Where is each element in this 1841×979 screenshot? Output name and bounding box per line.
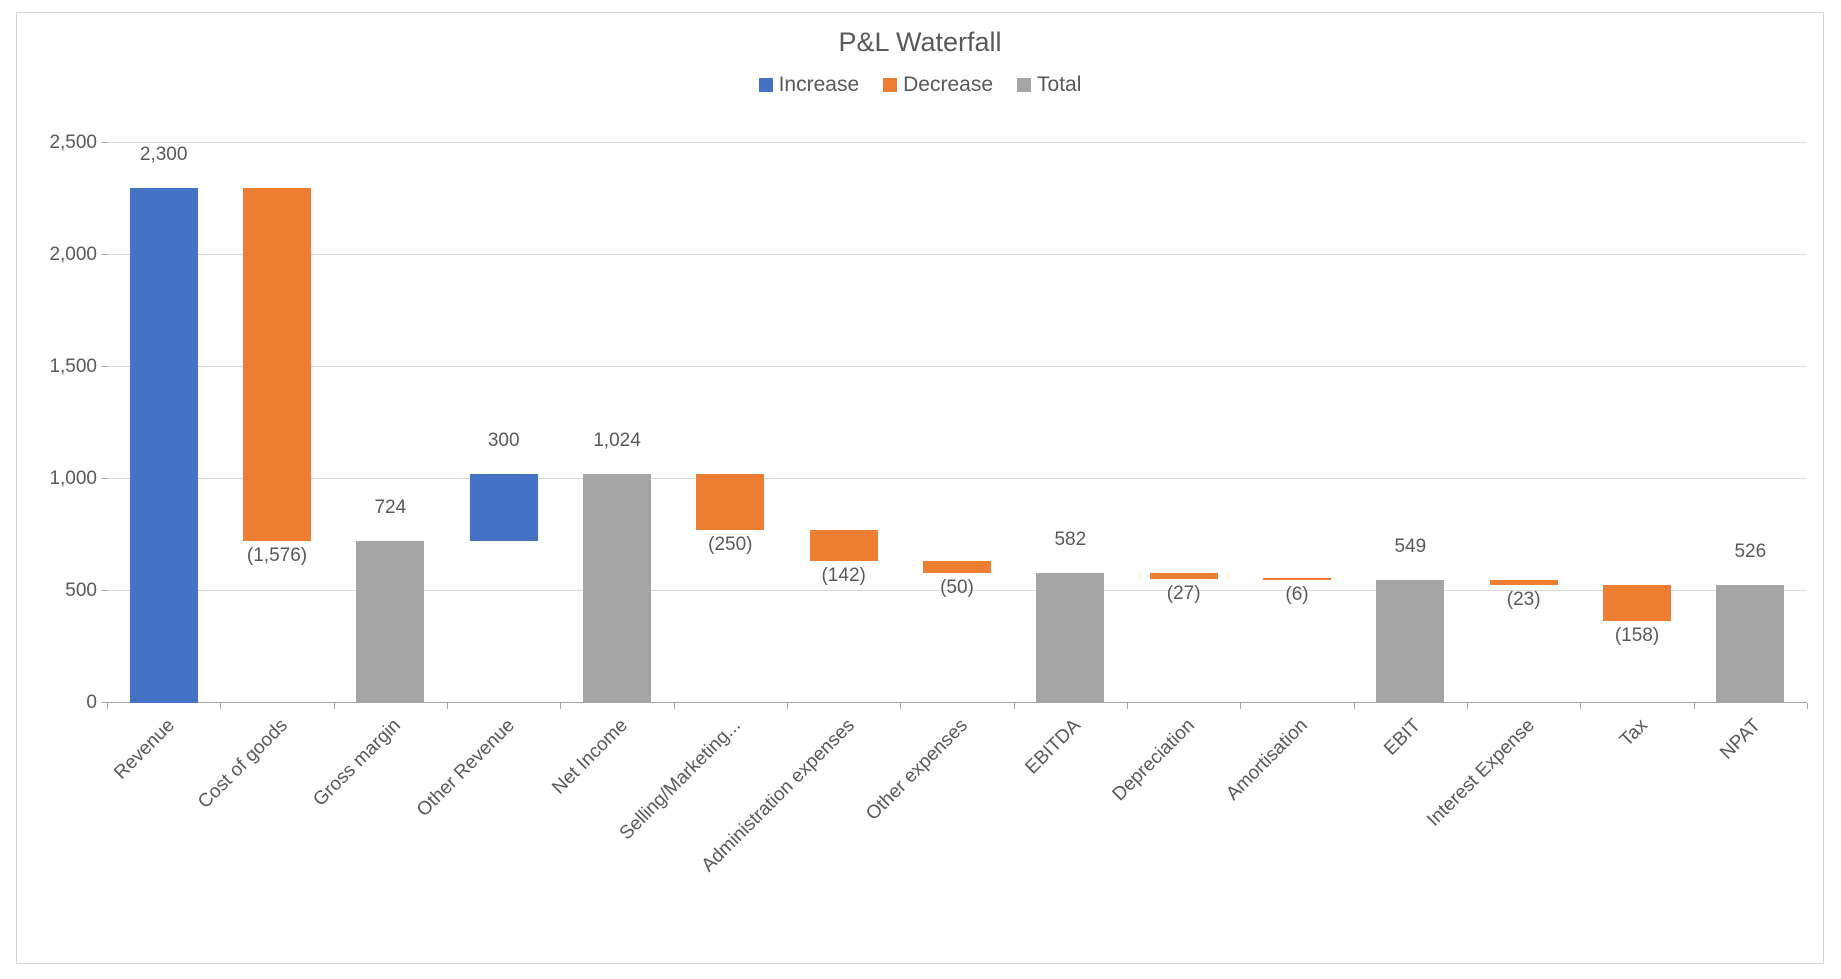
category-label: Selling/Marketing... [616,715,746,845]
y-tick-label: 0 [86,692,97,714]
category-label: Depreciation [1108,715,1199,806]
category-label: Other expenses [862,715,972,825]
category-label: Tax [1616,715,1652,751]
x-tick-mark [220,703,221,709]
bar-increase [130,188,198,703]
data-label: 526 [1694,541,1807,563]
y-tick-label: 1,500 [49,356,97,378]
chart-title: P&L Waterfall [17,27,1823,58]
x-tick-mark [787,703,788,709]
data-label: 724 [334,497,447,519]
bar-decrease [1603,585,1671,620]
data-label: (6) [1240,584,1353,606]
x-tick-mark [107,703,108,709]
category-label: Cost of goods [194,715,292,813]
legend-label: Decrease [903,73,993,97]
y-tick-label: 2,500 [49,132,97,154]
bar-slot: 582EBITDA [1014,143,1127,703]
bar-slot: (50)Other expenses [900,143,1013,703]
bar-slot: 724Gross margin [334,143,447,703]
legend-item: Total [1017,73,1081,97]
bar-slot: (23)Interest Expense [1467,143,1580,703]
bar-increase [470,474,538,541]
bar-decrease [696,474,764,530]
x-tick-mark [1807,703,1808,709]
category-label: Net Income [548,715,632,799]
x-tick-mark [1354,703,1355,709]
bar-total [1716,585,1784,703]
data-label: 300 [447,430,560,452]
x-tick-mark [1127,703,1128,709]
bar-total [1376,580,1444,703]
x-tick-mark [1467,703,1468,709]
x-tick-mark [1580,703,1581,709]
bar-slot: (1,576)Cost of goods [220,143,333,703]
bar-total [1036,573,1104,703]
data-label: 549 [1354,536,1467,558]
x-tick-mark [334,703,335,709]
y-tick-label: 2,000 [49,244,97,266]
bar-slot: (27)Depreciation [1127,143,1240,703]
legend: Increase Decrease Total [17,73,1823,97]
category-label: Interest Expense [1423,715,1539,831]
legend-item: Increase [759,73,860,97]
data-label: (250) [674,534,787,556]
x-tick-mark [900,703,901,709]
bar-slot: (158)Tax [1580,143,1693,703]
x-tick-mark [1240,703,1241,709]
bar-decrease [923,561,991,572]
x-tick-mark [674,703,675,709]
category-label: Revenue [110,715,179,784]
bar-slot: (6)Amortisation [1240,143,1353,703]
category-label: Gross margin [310,715,406,811]
bar-slot: 526NPAT [1694,143,1807,703]
bar-slot: 2,300Revenue [107,143,220,703]
data-label: (23) [1467,589,1580,611]
bar-slot: 300Other Revenue [447,143,560,703]
legend-swatch [1017,78,1031,92]
bar-decrease [1150,573,1218,579]
data-label: 582 [1014,529,1127,551]
bar-decrease [1490,580,1558,585]
bar-total [356,541,424,703]
category-label: EBIT [1380,715,1425,760]
x-tick-mark [1694,703,1695,709]
legend-swatch [883,78,897,92]
data-label: (1,576) [220,545,333,567]
x-tick-mark [447,703,448,709]
bar-decrease [810,530,878,562]
bar-slot: 1,024Net Income [560,143,673,703]
y-tick-label: 1,000 [49,468,97,490]
legend-item: Decrease [883,73,993,97]
legend-label: Total [1037,73,1081,97]
bar-total [583,474,651,703]
data-label: (142) [787,565,900,587]
data-label: (27) [1127,583,1240,605]
data-label: 2,300 [107,144,220,166]
category-label: Other Revenue [413,715,520,822]
legend-label: Increase [779,73,860,97]
data-label: 1,024 [560,430,673,452]
data-label: (50) [900,577,1013,599]
plot-area: 05001,0001,5002,0002,5002,300Revenue(1,5… [107,143,1807,703]
y-tick-label: 500 [65,580,97,602]
bar-slot: (142)Administration expenses [787,143,900,703]
data-label: (158) [1580,625,1693,647]
category-label: NPAT [1716,715,1765,764]
x-tick-mark [1014,703,1015,709]
legend-swatch [759,78,773,92]
chart-frame: P&L Waterfall IncreaseDecreaseTotal 0500… [16,12,1824,964]
category-label: EBITDA [1022,715,1086,779]
bar-decrease [243,188,311,541]
bar-slot: 549EBIT [1354,143,1467,703]
bar-decrease [1263,578,1331,580]
bar-slot: (250)Selling/Marketing... [674,143,787,703]
category-label: Amortisation [1222,715,1312,805]
x-tick-mark [560,703,561,709]
